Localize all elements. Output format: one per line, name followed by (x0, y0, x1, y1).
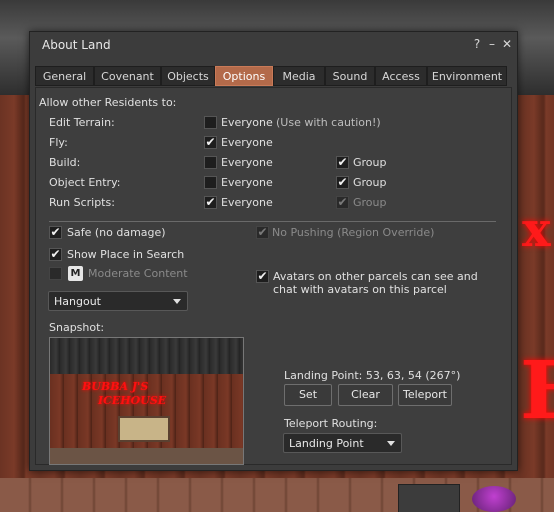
moderate-content-checkbox (49, 267, 62, 280)
allow-residents-header: Allow other Residents to: (39, 96, 177, 109)
teleport-routing-value: Landing Point (289, 437, 364, 450)
run-scripts-everyone-checkbox[interactable]: ✔ (204, 196, 217, 209)
safe-checkbox[interactable]: ✔ (49, 226, 62, 239)
fly-everyone-checkbox[interactable]: ✔ (204, 136, 217, 149)
fly-everyone-label: Everyone (221, 136, 273, 149)
help-icon[interactable]: ? (470, 36, 484, 52)
tab-environment[interactable]: Environment (427, 66, 507, 86)
tab-covenant[interactable]: Covenant (94, 66, 161, 86)
edit-terrain-caution: (Use with caution!) (276, 116, 381, 129)
run-scripts-label: Run Scripts: (49, 196, 115, 209)
run-scripts-group-label: Group (353, 196, 387, 209)
object-entry-everyone-label: Everyone (221, 176, 273, 189)
object-entry-group-checkbox[interactable]: ✔ (336, 176, 349, 189)
world-object (398, 484, 460, 512)
landing-point-label: Landing Point: 53, 63, 54 (267°) (284, 369, 461, 382)
object-entry-label: Object Entry: (49, 176, 121, 189)
set-button[interactable]: Set (284, 384, 332, 406)
world-object (472, 486, 516, 512)
category-value: Hangout (54, 295, 101, 308)
teleport-button[interactable]: Teleport (398, 384, 452, 406)
moderate-content-label: Moderate Content (88, 267, 188, 280)
build-group-label: Group (353, 156, 387, 169)
avatars-see-label-line1: Avatars on other parcels can see and (273, 270, 478, 283)
avatars-see-label-line2: chat with avatars on this parcel (273, 283, 447, 296)
snapshot-sign-line1: BUBBA J'S (82, 380, 149, 393)
build-everyone-checkbox[interactable] (204, 156, 217, 169)
edit-terrain-everyone-label: Everyone (221, 116, 273, 129)
build-label: Build: (49, 156, 81, 169)
object-entry-everyone-checkbox[interactable] (204, 176, 217, 189)
chevron-down-icon (387, 441, 395, 446)
window-title: About Land (42, 38, 111, 52)
no-pushing-checkbox: ✔ (256, 225, 269, 239)
edit-terrain-everyone-checkbox[interactable] (204, 116, 217, 129)
build-everyone-label: Everyone (221, 156, 273, 169)
tab-objects[interactable]: Objects (161, 66, 215, 86)
close-icon[interactable]: ✕ (500, 36, 514, 52)
teleport-routing-label: Teleport Routing: (284, 417, 378, 430)
snapshot-ground (50, 448, 243, 464)
snapshot-sign-line2: ICEHOUSE (98, 394, 167, 407)
world-red-sign-fragment: x (522, 202, 551, 258)
snapshot-image[interactable]: BUBBA J'S ICEHOUSE (49, 337, 244, 465)
tab-media[interactable]: Media (273, 66, 325, 86)
snapshot-label: Snapshot: (49, 321, 105, 334)
build-group-checkbox[interactable]: ✔ (336, 156, 349, 169)
run-scripts-everyone-label: Everyone (221, 196, 273, 209)
snapshot-board (118, 416, 170, 442)
show-place-checkbox[interactable]: ✔ (49, 248, 62, 261)
tab-general[interactable]: General (35, 66, 94, 86)
chevron-down-icon (173, 299, 181, 304)
section-divider (49, 221, 496, 222)
world-floor (0, 478, 554, 512)
run-scripts-group-checkbox: ✔ (336, 195, 349, 209)
title-bar[interactable]: About Land ? – ✕ (30, 32, 517, 58)
no-pushing-label: No Pushing (Region Override) (272, 226, 435, 239)
tab-access[interactable]: Access (375, 66, 427, 86)
show-place-label: Show Place in Search (67, 248, 185, 261)
safe-label: Safe (no damage) (67, 226, 166, 239)
world-red-sign-fragment: E (520, 343, 554, 437)
tab-options[interactable]: Options (215, 66, 273, 86)
category-dropdown[interactable]: Hangout (48, 291, 188, 311)
object-entry-group-label: Group (353, 176, 387, 189)
avatars-see-checkbox[interactable]: ✔ (256, 270, 269, 283)
clear-button[interactable]: Clear (338, 384, 393, 406)
minimize-icon[interactable]: – (485, 36, 499, 52)
snapshot-roof (50, 338, 243, 374)
teleport-routing-dropdown[interactable]: Landing Point (283, 433, 402, 453)
fly-label: Fly: (49, 136, 68, 149)
maturity-moderate-icon: M (68, 266, 83, 281)
tab-sound[interactable]: Sound (325, 66, 375, 86)
edit-terrain-label: Edit Terrain: (49, 116, 115, 129)
